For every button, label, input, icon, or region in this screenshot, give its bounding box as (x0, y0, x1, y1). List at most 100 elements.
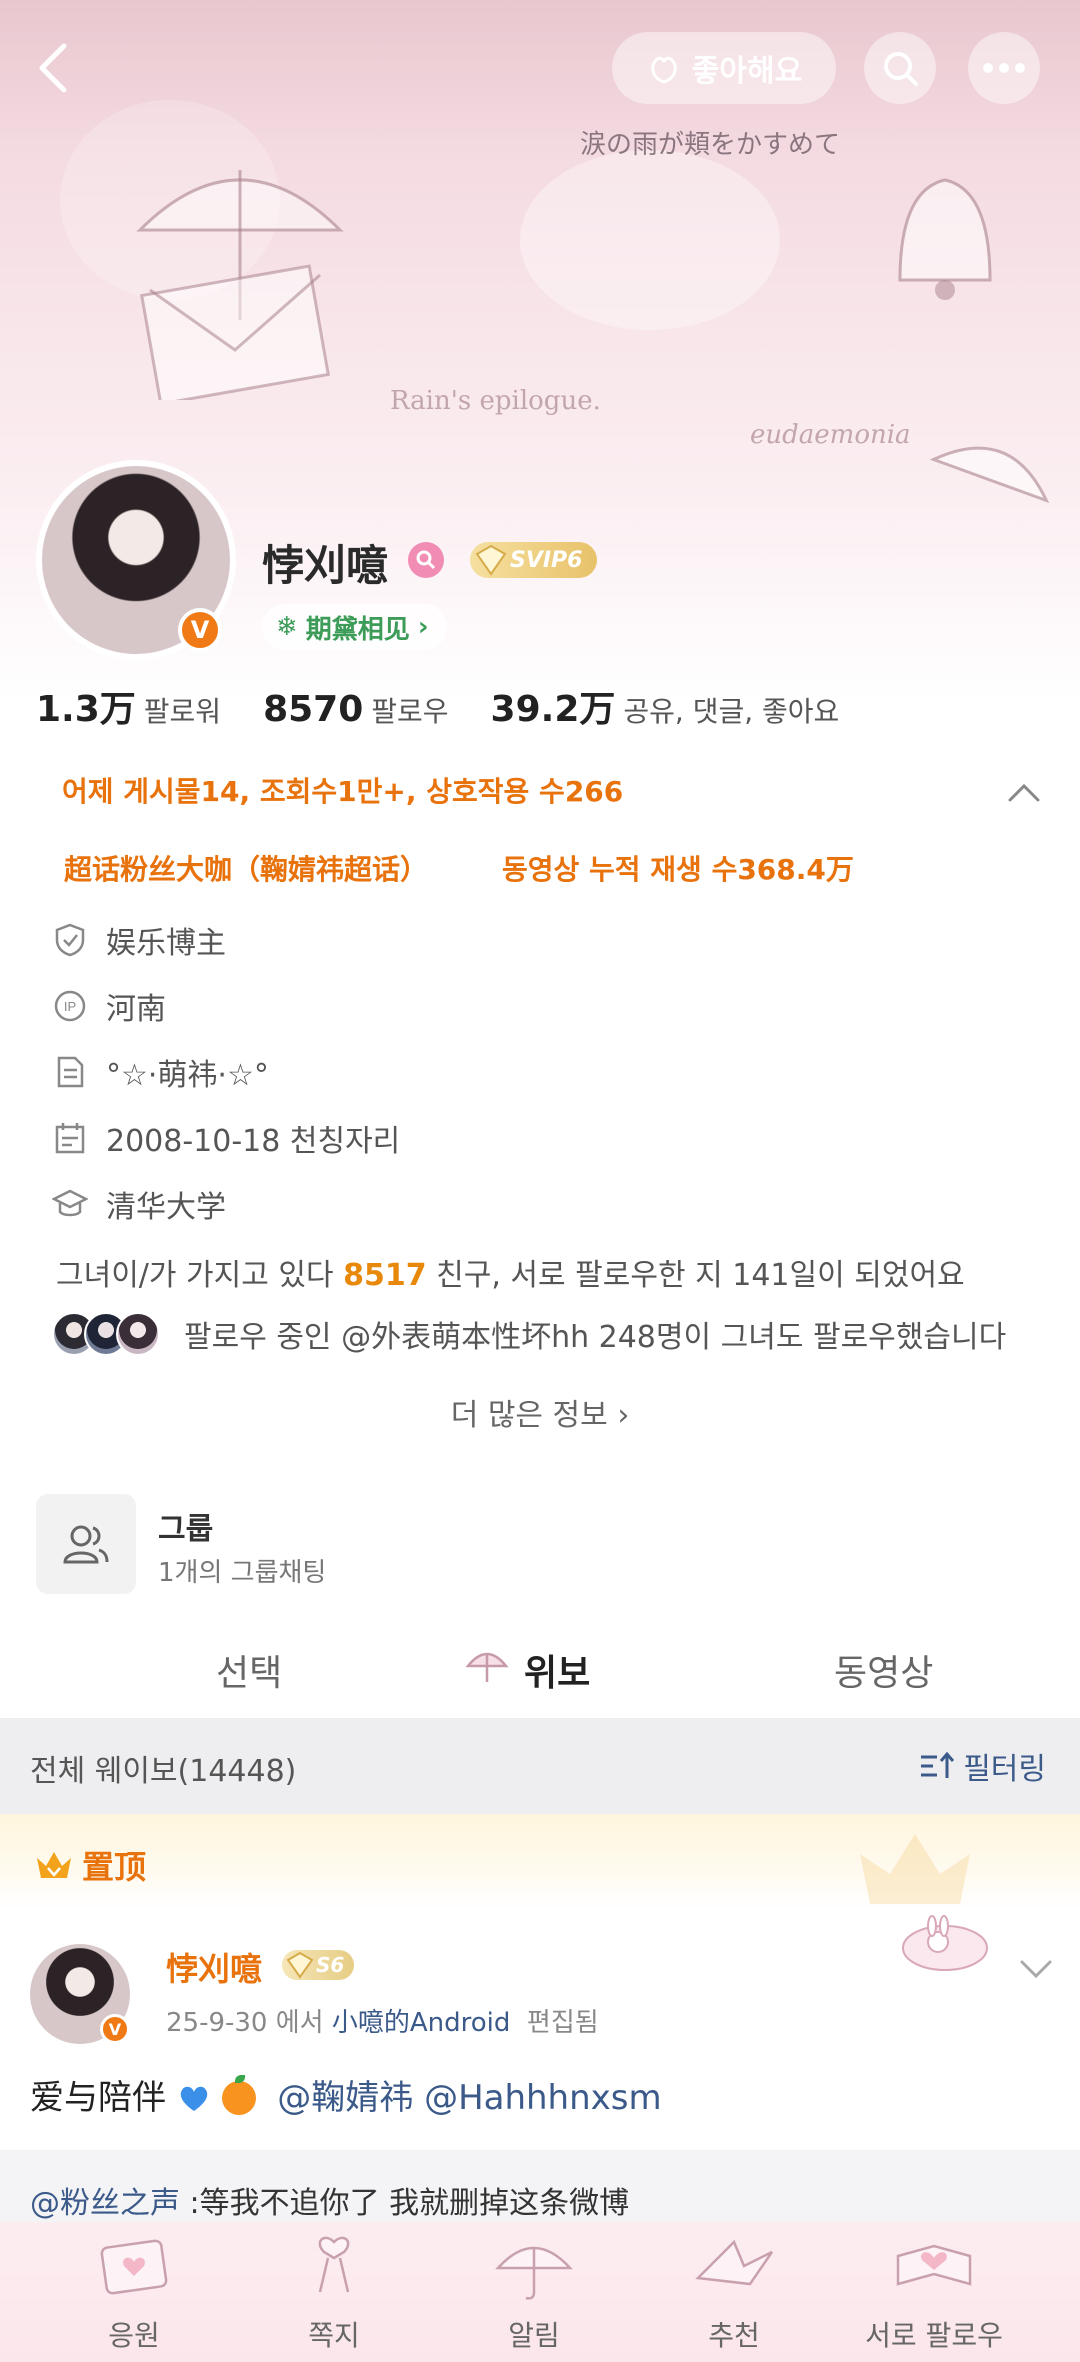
nav-label: 응원 (108, 2319, 160, 2352)
post-text: 爱与陪伴 @鞠婧祎 @Hahhhnxsm (30, 2070, 662, 2119)
svip-badge[interactable]: SVIP6 (470, 542, 597, 578)
bunny-sticker-icon (902, 1915, 988, 1971)
engagement-label[interactable]: 공유, 댓글, 좋아요 (623, 690, 839, 730)
chaohua-fan-title[interactable]: 超话粉丝大咖（鞠婧祎超话） (64, 848, 428, 888)
info-value: 2008-10-18 천칭자리 (106, 1124, 401, 1159)
snowflake-icon: ❄ (276, 612, 298, 642)
bottom-nav: 응원 쪽지 알림 추천 서로 팔로우 (0, 2222, 1080, 2362)
group-people-icon (36, 1494, 136, 1594)
search-button[interactable] (864, 32, 936, 104)
crown-icon (37, 1852, 71, 1878)
chevron-down-icon[interactable] (1018, 1956, 1054, 1982)
info-value: °☆·萌祎·☆° (106, 1058, 269, 1093)
followers-count[interactable]: 1.3万 (36, 680, 136, 732)
friends-summary: 그녀이/가 가지고 있다 8517 친구, 서로 팔로우한 지 141일이 되었… (56, 1250, 965, 1294)
mutual-followers[interactable]: 팔로우 중인 @外表萌本性坏hh 248명이 그녀도 팔로우했습니다 (52, 1310, 1006, 1358)
profile-avatar[interactable]: V (36, 460, 236, 660)
post-date: 25-9-30 (166, 2008, 268, 2038)
blue-heart-icon (180, 2086, 208, 2111)
mention-link[interactable]: @鞠婧祎 (277, 2078, 413, 2118)
info-value: 河南 (106, 992, 166, 1027)
crown-decoration-icon (860, 1834, 970, 1904)
post-via: 에서 (267, 2008, 332, 2038)
mention-link[interactable]: @粉丝之声 (30, 2186, 180, 2221)
quote-text: @粉丝之声 :等我不追你了 我就删掉这条微博 (30, 2178, 629, 2222)
info-row-bio: °☆·萌祎·☆° (52, 1050, 269, 1094)
message-ribbon-icon (318, 2236, 350, 2293)
info-row-school: 清华大学 (52, 1182, 226, 1226)
more-info-link[interactable]: 더 많은 정보 › (0, 1390, 1080, 1434)
umbrella-decoration-icon (929, 446, 1050, 504)
bell-decoration-icon (898, 178, 992, 300)
banner-caption: Rain's epilogue. (390, 386, 601, 416)
post-level-label: S6 (316, 1953, 345, 1977)
banner-decoration (520, 150, 780, 330)
cheer-icon (100, 2239, 168, 2295)
info-value: 娱乐博主 (106, 926, 226, 961)
info-row-ip: IP 河南 (52, 984, 166, 1028)
nav-mutual-follow[interactable]: 서로 팔로우 (834, 2222, 1034, 2362)
verified-badge: V (100, 2014, 130, 2044)
post-text-plain: 爱与陪伴 (30, 2078, 166, 2118)
chevron-up-icon[interactable] (1004, 776, 1044, 806)
more-info-label: 더 많은 정보 (450, 1398, 608, 1433)
info-row-category: 娱乐博主 (52, 918, 226, 962)
diamond-crown-icon (286, 1951, 314, 1979)
search-badge-icon[interactable] (408, 542, 444, 578)
info-row-birthday: 2008-10-18 천칭자리 (52, 1116, 400, 1160)
friends-count: 8517 (343, 1258, 427, 1293)
tab-video[interactable]: 동영상 (834, 1644, 933, 1696)
mutual-text: 팔로우 중인 @外表萌本性坏hh 248명이 그녀도 팔로우했습니다 (184, 1320, 1007, 1355)
profile-stats: 1.3万 팔로워 8570 팔로우 39.2万 공유, 댓글, 좋아요 (36, 680, 881, 740)
svip-label: SVIP6 (510, 547, 583, 573)
heart-book-icon (896, 2244, 972, 2286)
nav-notifications[interactable]: 알림 (434, 2222, 634, 2362)
post-author-name[interactable]: 悖刈噫 (166, 1944, 262, 1990)
following-count[interactable]: 8570 (263, 689, 363, 730)
more-button[interactable] (968, 32, 1040, 104)
post-source[interactable]: 小噫的Android (332, 2008, 511, 2038)
nav-label: 쪽지 (308, 2319, 360, 2352)
post-edited: 편집됨 (526, 2008, 599, 2038)
nav-recommend[interactable]: 추천 (634, 2222, 834, 2362)
nav-cheer[interactable]: 응원 (34, 2222, 234, 2362)
umbrella-nav-icon (495, 2246, 573, 2300)
mention-link[interactable]: @Hahhhnxsm (424, 2078, 662, 2118)
following-label[interactable]: 팔로우 (371, 690, 448, 730)
post-author-avatar[interactable]: V (30, 1944, 130, 2044)
chaohua-tag[interactable]: ❄ 期黛相见 › (262, 604, 447, 650)
tab-featured[interactable]: 선택 (216, 1644, 282, 1696)
followers-label[interactable]: 팔로워 (144, 690, 221, 730)
tab-weibo[interactable]: 위보 (524, 1644, 590, 1696)
nav-message[interactable]: 쪽지 (234, 2222, 434, 2362)
post-meta: 25-9-30 에서 小噫的Android 편집됨 (166, 2002, 599, 2039)
pinned-header: 置顶 (0, 1814, 1080, 1910)
quote-body: :等我不追你了 我就删掉这条微博 (180, 2186, 630, 2221)
post-level-badge: S6 (282, 1950, 355, 1980)
calendar-icon (52, 1120, 88, 1156)
verified-badge: V (178, 608, 222, 652)
feed-title: 전체 웨이보(14448) (30, 1754, 297, 1789)
pinned-label: 置顶 (82, 1848, 147, 1886)
search-icon (884, 52, 918, 86)
back-button[interactable] (28, 36, 88, 96)
video-play-stats[interactable]: 동영상 누적 재생 수368.4万 (502, 848, 854, 888)
group-chat-card[interactable]: 그룹 1개의 그룹채팅 (36, 1494, 636, 1598)
bio-document-icon (52, 1054, 88, 1090)
group-subtitle: 1개의 그룹채팅 (158, 1558, 327, 1588)
banner-caption: 涙の雨が頬をかすめて (580, 130, 841, 160)
paper-crane-icon (695, 2239, 774, 2286)
activity-summary[interactable]: 어제 게시물14, 조회수1만+, 상호작용 수266 (62, 770, 623, 810)
chevron-left-icon (39, 43, 67, 93)
info-value: 清华大学 (106, 1190, 226, 1225)
chevron-right-icon: › (417, 612, 429, 642)
engagement-count[interactable]: 39.2万 (491, 680, 616, 732)
envelope-decoration-icon (140, 264, 330, 400)
filter-button[interactable]: 필터링 (919, 1744, 1046, 1788)
graduation-cap-icon (52, 1186, 88, 1222)
like-button[interactable]: 좋아해요 (612, 32, 836, 104)
friends-suffix: 친구, 서로 팔로우한 지 141일이 되었어요 (426, 1258, 965, 1293)
nav-label: 추천 (708, 2319, 760, 2352)
nav-label: 서로 팔로우 (865, 2319, 1003, 2352)
pinned-label-group: 置顶 (34, 1842, 146, 1888)
